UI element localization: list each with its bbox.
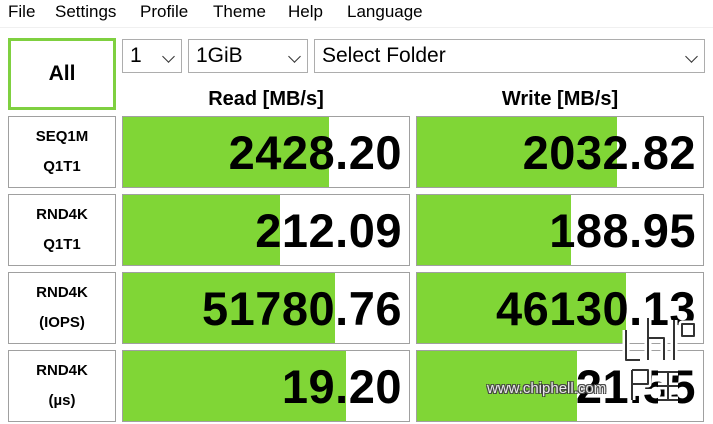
chevron-down-icon (288, 50, 301, 63)
row-label-line1: SEQ1M (35, 128, 89, 145)
row-label-line2: Q1T1 (43, 158, 81, 175)
drive-select[interactable]: Select Folder (314, 39, 705, 73)
chevron-down-icon (685, 50, 698, 63)
menu-theme[interactable]: Theme (213, 2, 266, 22)
read-result-cell: 51780.76 (122, 272, 410, 344)
read-value: 51780.76 (201, 282, 402, 335)
test-button-seq1m-q1t1[interactable]: SEQ1M Q1T1 (8, 116, 116, 188)
test-size-select[interactable]: 1GiB (188, 39, 308, 73)
write-value: 2032.82 (522, 126, 696, 179)
write-header: Write [MB/s] (501, 88, 619, 110)
chevron-down-icon (162, 50, 175, 63)
test-button-rnd4k-iops[interactable]: RND4K (IOPS) (8, 272, 116, 344)
menu-bar: File Settings Profile Theme Help Languag… (0, 0, 713, 24)
read-result-cell: 19.20 (122, 350, 410, 422)
drive-value: Select Folder (322, 44, 446, 67)
test-count-value: 1 (130, 44, 142, 67)
read-value: 19.20 (281, 360, 402, 413)
read-value: 212.09 (255, 204, 402, 257)
row-label-line2: Q1T1 (43, 236, 81, 253)
write-value: 188.95 (549, 204, 696, 257)
menu-separator (0, 27, 713, 28)
row-label-line1: RND4K (36, 206, 88, 223)
chiphell-logo-watermark (622, 318, 698, 404)
write-result-cell: 188.95 (416, 194, 704, 266)
row-label-line1: RND4K (36, 362, 88, 379)
row-label-line2: (IOPS) (39, 314, 85, 331)
menu-file[interactable]: File (8, 2, 35, 22)
watermark-text: www.chiphell.com (487, 380, 607, 397)
menu-profile[interactable]: Profile (140, 2, 188, 22)
row-label-line1: RND4K (36, 284, 88, 301)
menu-help[interactable]: Help (288, 2, 323, 22)
write-result-cell: 2032.82 (416, 116, 704, 188)
read-header: Read [MB/s] (208, 88, 324, 110)
read-value: 2428.20 (228, 126, 402, 179)
test-count-select[interactable]: 1 (122, 39, 182, 73)
test-button-rnd4k-latency[interactable]: RND4K (µs) (8, 350, 116, 422)
menu-settings[interactable]: Settings (55, 2, 116, 22)
read-result-cell: 212.09 (122, 194, 410, 266)
read-result-cell: 2428.20 (122, 116, 410, 188)
test-size-value: 1GiB (196, 44, 243, 67)
all-button[interactable]: All (8, 38, 116, 110)
menu-language[interactable]: Language (347, 2, 423, 22)
test-button-rnd4k-q1t1[interactable]: RND4K Q1T1 (8, 194, 116, 266)
row-label-line2: (µs) (48, 392, 76, 409)
